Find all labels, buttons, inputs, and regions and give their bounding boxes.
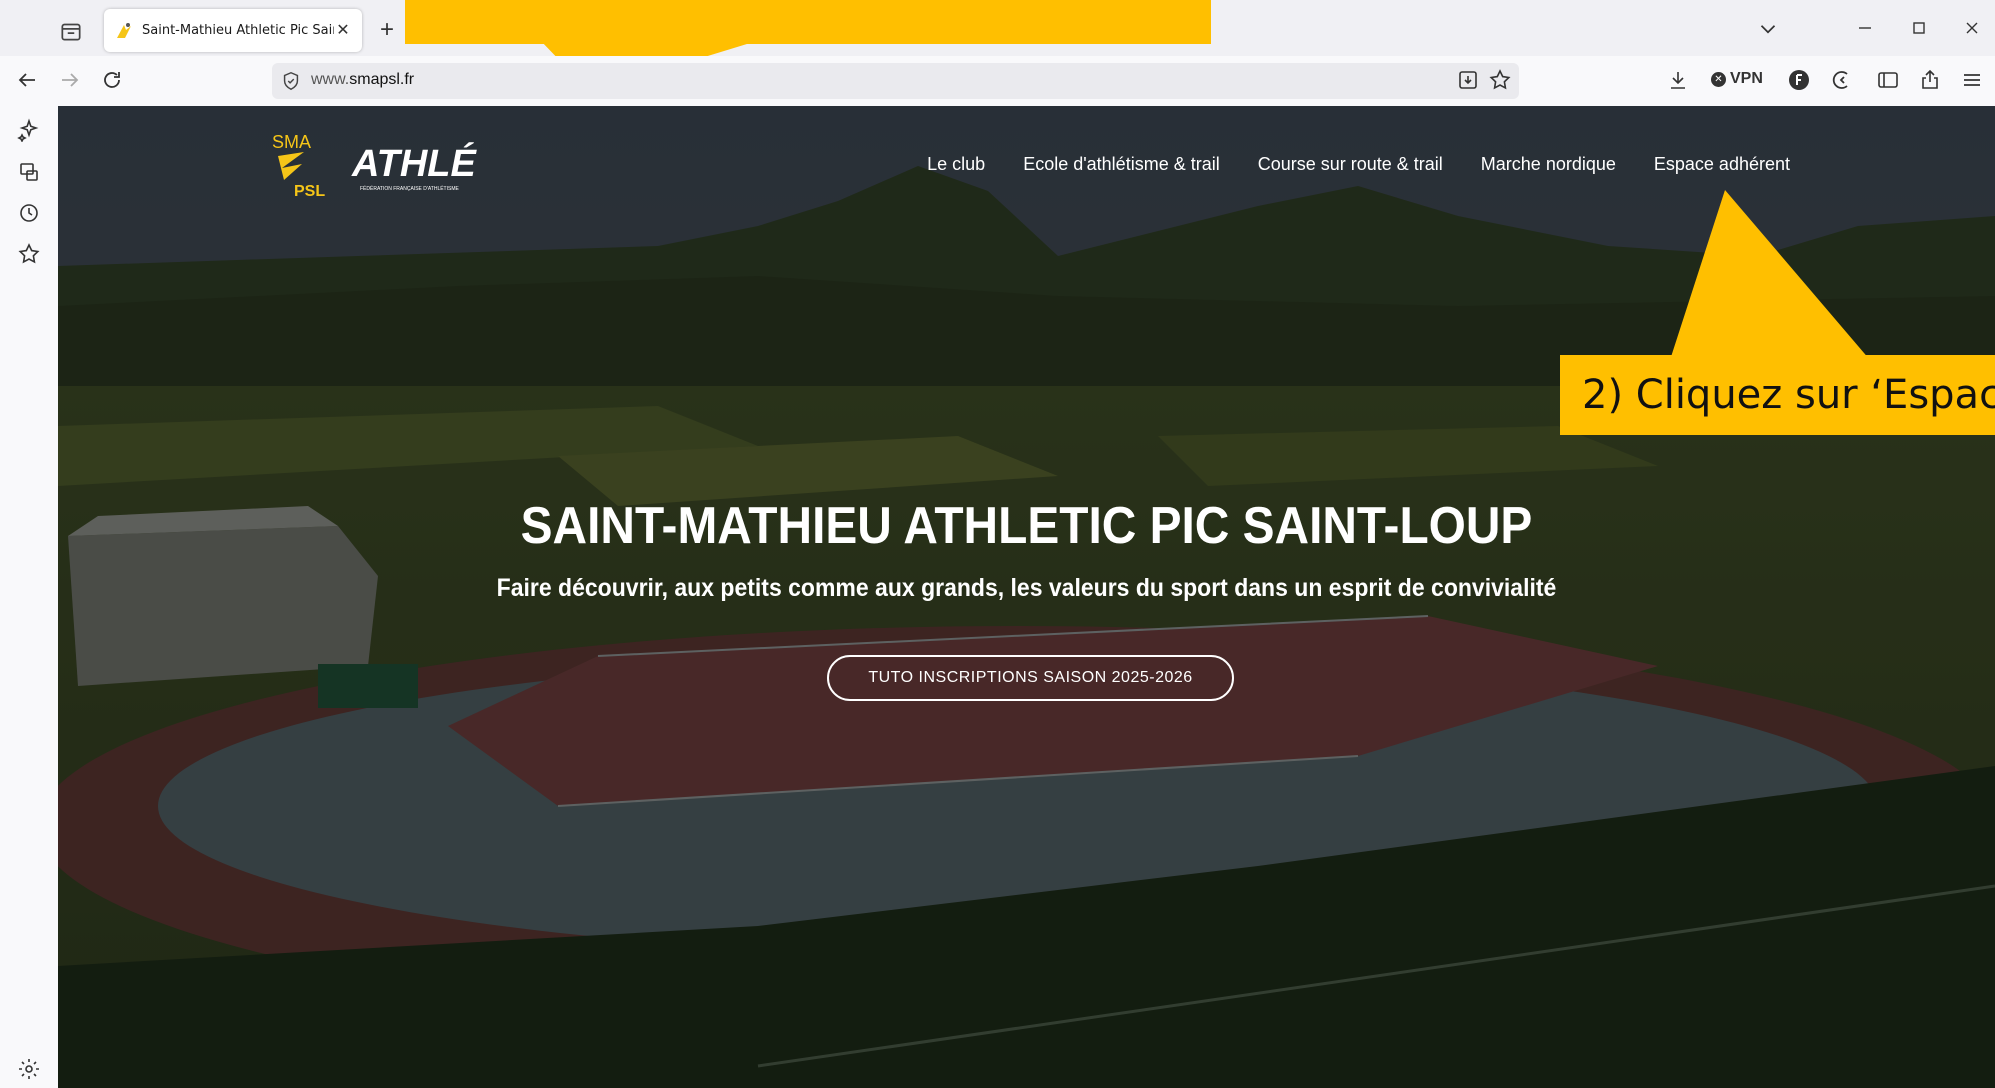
tab-list-icon[interactable] [58,18,84,44]
hero-subtitle: Faire découvrir, aux petits comme aux gr… [496,574,1557,602]
back-arrow-icon[interactable] [15,68,41,94]
url-bar[interactable] [272,63,1519,99]
site-navigation: Le club Ecole d'athlétisme & trail Cours… [927,154,1790,175]
logo-federation-text: ATHLÉ [351,141,477,185]
vpn-label: VPN [1730,70,1763,87]
tab-close-icon[interactable]: ✕ [334,22,352,40]
reload-icon[interactable] [100,68,126,94]
logo-club-sub-text: PSL [294,183,325,200]
download-icon[interactable] [1666,68,1690,92]
nav-link-le-club[interactable]: Le club [927,154,985,175]
bookmark-star-icon[interactable] [1488,68,1512,92]
minimize-icon[interactable] [1853,16,1881,44]
tab-title: Saint-Mathieu Athletic Pic Saint [142,23,334,38]
right-annotation-callout: 2) Cliquez sur ‘Espace [1560,355,1995,435]
sync-icon[interactable] [1830,68,1854,92]
site-favicon-icon [117,22,131,38]
vpn-button[interactable]: ✕ VPN [1711,70,1763,88]
top-annotation-callout [405,0,1211,44]
forward-arrow-icon[interactable] [58,68,84,94]
url-prefix: www. [311,71,350,88]
new-tab-button[interactable]: + [374,18,400,44]
synced-tabs-icon[interactable] [17,160,41,184]
tracking-protection-shield-icon[interactable] [280,70,302,92]
extension-f-icon[interactable] [1787,68,1811,92]
menu-icon[interactable] [1960,68,1984,92]
url-text[interactable]: www.smapsl.fr [311,71,414,89]
maximize-icon[interactable] [1907,16,1935,44]
tuto-inscriptions-button[interactable]: TUTO INSCRIPTIONS SAISON 2025-2026 [827,655,1234,701]
nav-link-course-route[interactable]: Course sur route & trail [1258,154,1443,175]
nav-link-ecole-athletisme[interactable]: Ecole d'athlétisme & trail [1023,154,1220,175]
logo-club-text: SMA [272,132,311,152]
hero-title: SAINT-MATHIEU ATHLETIC PIC SAINT-LOUP [520,497,1533,555]
bookmarks-icon[interactable] [17,242,41,266]
settings-icon[interactable] [17,1057,41,1081]
share-icon[interactable] [1918,68,1942,92]
vpn-icon: ✕ [1711,71,1726,87]
logo-federation-sub-text: FÉDÉRATION FRANÇAISE D'ATHLÉTISME [360,185,460,192]
ai-sparkle-icon[interactable] [17,118,41,143]
nav-link-marche-nordique[interactable]: Marche nordique [1481,154,1616,175]
right-annotation-callout-pointer [1670,190,1870,360]
reader-view-icon[interactable] [1456,68,1480,92]
site-logo[interactable]: SMA PSL ATHLÉ FÉDÉRATION FRANÇAISE D'ATH… [268,128,518,200]
sidebar-toggle-icon[interactable] [1876,68,1900,92]
close-window-icon[interactable] [1960,16,1988,44]
browser-tab-active[interactable]: Saint-Mathieu Athletic Pic Saint ✕ [104,9,362,52]
tab-overflow-chevron-icon[interactable] [1755,16,1783,44]
url-domain: smapsl.fr [349,71,415,88]
history-icon[interactable] [17,201,41,225]
nav-link-espace-adherent[interactable]: Espace adhérent [1654,154,1790,175]
